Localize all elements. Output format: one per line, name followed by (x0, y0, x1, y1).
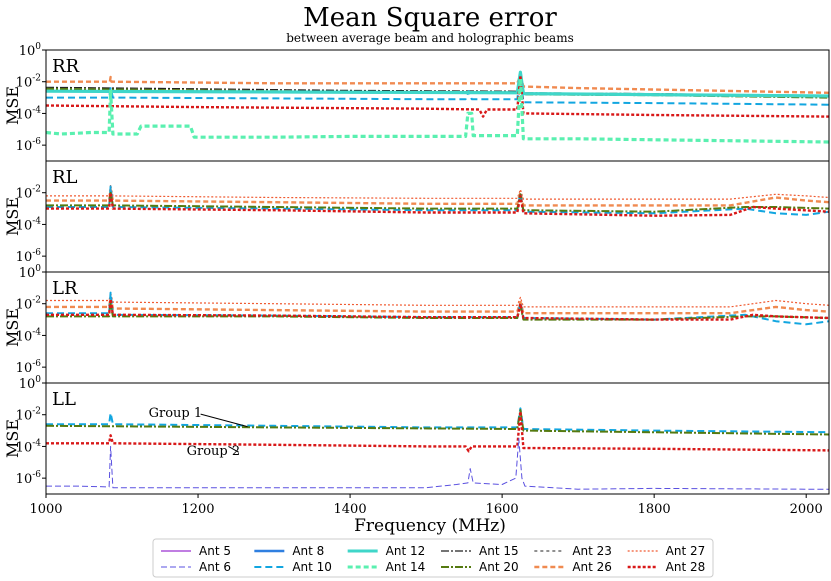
legend-label-a20: Ant 20 (479, 560, 519, 574)
y-tick-label: 10-6 (16, 137, 42, 154)
legend-label-a28: Ant 28 (666, 560, 706, 574)
y-tick-label: 10-4 (16, 438, 42, 455)
y-tick-label: 10-6 (16, 248, 42, 265)
y-tick-label: 10-2 (16, 407, 41, 424)
legend-box (152, 538, 714, 578)
y-tick-label: 10-4 (16, 105, 42, 122)
y-tick-label: 100 (19, 264, 42, 281)
y-tick-label: 10-2 (16, 185, 41, 202)
legend-label-a27: Ant 27 (666, 544, 706, 558)
panel-rr: RRMSE10010-210-410-6 (3, 42, 830, 162)
series-a27 (46, 292, 829, 308)
y-tick-label: 10-2 (16, 74, 41, 91)
legend-label-a26: Ant 26 (572, 560, 612, 574)
panel-label: LL (52, 389, 76, 410)
legend: Ant 5 Ant 6 Ant 8 Ant 10 Ant 12 Ant 14 Ant 15 A… (152, 538, 714, 578)
annotation-label: Group 1 (149, 406, 203, 421)
legend-label-a10: Ant 10 (292, 560, 332, 574)
chart-title: Mean Square error (303, 3, 557, 33)
x-tick-label: 1600 (486, 502, 519, 517)
y-tick-label: 100 (19, 375, 42, 392)
x-tick-label: 1200 (181, 502, 214, 517)
panel-lr-lines (46, 291, 829, 326)
panel-rl-lines (46, 184, 829, 217)
x-tick-label: 2000 (790, 502, 823, 517)
x-axis: 1000 1200 1400 1600 1800 2000 (29, 494, 823, 517)
panel-ll: LLMSE10010-210-410-6Group 1Group 2 (3, 375, 830, 495)
y-tick-label: 10-6 (16, 470, 42, 487)
legend-label-a15: Ant 15 (479, 544, 519, 558)
series-a6 (46, 438, 829, 490)
y-tick-label: 10-4 (16, 327, 42, 344)
series-a26 (46, 188, 829, 207)
panel-frame (45, 49, 830, 162)
panel-label: RL (52, 167, 78, 188)
panel-rr-lines (46, 70, 829, 144)
legend-label-a5: Ant 5 (199, 544, 231, 558)
x-tick-label: 1000 (29, 502, 62, 517)
series-a27 (46, 184, 829, 200)
x-axis-label: Frequency (MHz) (354, 516, 506, 536)
panel-frame (45, 160, 830, 273)
panel-label: LR (52, 278, 78, 299)
panels: RRMSE10010-210-410-6RLMSE10-210-410-6LRM… (3, 42, 830, 495)
legend-label-a6: Ant 6 (199, 560, 231, 574)
panel-label: RR (52, 56, 80, 77)
figure: Mean Square error between average beam a… (3, 3, 830, 578)
panel-lr: LRMSE10010-210-410-6 (3, 264, 830, 384)
y-tick-label: 100 (19, 42, 42, 59)
legend-label-a14: Ant 14 (386, 560, 426, 574)
y-tick-label: 10-4 (16, 216, 42, 233)
panel-frame (45, 382, 830, 495)
x-tick-label: 1800 (638, 502, 671, 517)
legend-label-a12: Ant 12 (386, 544, 426, 558)
x-tick-label: 1400 (334, 502, 367, 517)
panel-rl: RLMSE10-210-410-6 (3, 160, 830, 273)
legend-label-a23: Ant 23 (572, 544, 612, 558)
y-tick-label: 10-2 (16, 296, 41, 313)
annotation-label: Group 2 (187, 444, 241, 459)
series-a12 (46, 70, 829, 98)
y-tick-label: 10-6 (16, 359, 42, 376)
chart-subtitle: between average beam and holographic bea… (286, 31, 574, 45)
legend-label-a8: Ant 8 (292, 544, 324, 558)
panel-frame (45, 271, 830, 384)
